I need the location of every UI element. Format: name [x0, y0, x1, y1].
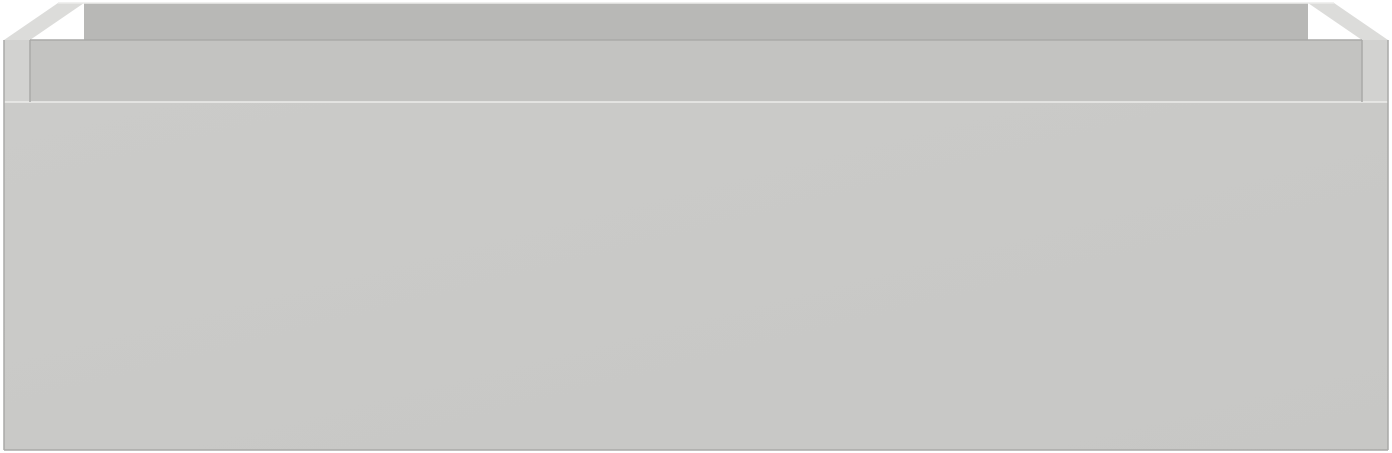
drawer-front-panel: [4, 102, 1388, 450]
drawer-left-side-top: [4, 3, 84, 40]
drawer-render: [3, 2, 1389, 451]
product-render-stage: [0, 0, 1392, 453]
drawer-inner-back-wall: [84, 3, 1308, 40]
drawer-left-side-face: [4, 40, 30, 102]
drawer-right-side-face: [1362, 40, 1388, 102]
drawer-right-side-top: [1308, 3, 1388, 40]
drawer-inner-strip: [30, 40, 1362, 102]
